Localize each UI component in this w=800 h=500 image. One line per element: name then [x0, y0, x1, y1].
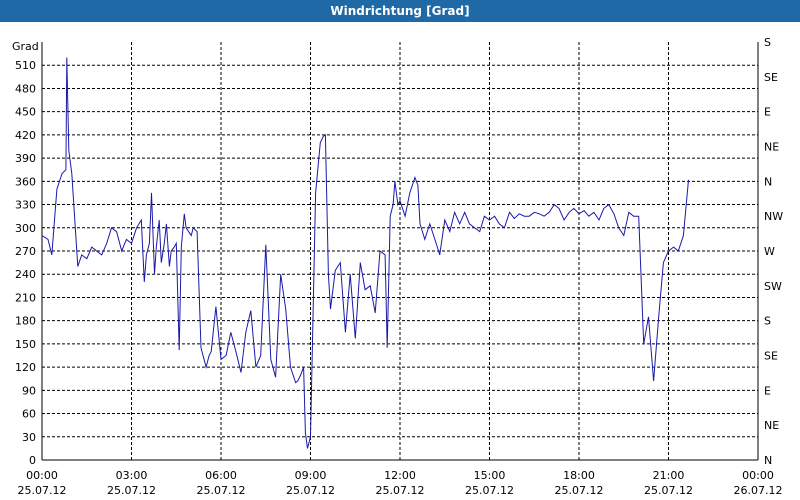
- x-tick-date: 25.07.12: [376, 484, 425, 497]
- x-tick-time: 00:00: [26, 469, 58, 482]
- y-tick-label: 210: [15, 291, 36, 304]
- x-tick-time: 12:00: [384, 469, 416, 482]
- x-tick-time: 06:00: [205, 469, 237, 482]
- right-tick-label: N: [764, 175, 772, 188]
- y-tick-label: 330: [15, 199, 36, 212]
- y-tick-label: 150: [15, 338, 36, 351]
- right-tick-label: S: [764, 36, 771, 49]
- y-tick-label: 300: [15, 222, 36, 235]
- x-tick-time: 21:00: [653, 469, 685, 482]
- y-axis-label: Grad: [12, 40, 39, 53]
- y-tick-label: 240: [15, 268, 36, 281]
- right-tick-label: W: [764, 245, 775, 258]
- y-tick-label: 120: [15, 361, 36, 374]
- right-tick-label: E: [764, 106, 771, 119]
- y-tick-label: 60: [22, 408, 36, 421]
- y-tick-label: 180: [15, 315, 36, 328]
- y-tick-label: 90: [22, 384, 36, 397]
- x-tick-time: 18:00: [563, 469, 595, 482]
- right-tick-label: SW: [764, 280, 782, 293]
- x-tick-date: 25.07.12: [197, 484, 246, 497]
- x-tick-time: 03:00: [116, 469, 148, 482]
- x-tick-date: 25.07.12: [18, 484, 67, 497]
- y-tick-label: 0: [29, 454, 36, 467]
- right-tick-label: NW: [764, 210, 783, 223]
- x-tick-date: 25.07.12: [555, 484, 604, 497]
- y-tick-labels: 0 30 60 90 120 150 180 210 240 270 300 330 360 390 420…: [15, 59, 36, 467]
- x-tick-labels: 00:00 25.07.12 03:00 25.07.12 06:00 25.07.12 0…: [18, 469, 783, 497]
- x-tick-date: 25.07.12: [286, 484, 335, 497]
- right-tick-label: E: [764, 384, 771, 397]
- y-tick-label: 390: [15, 152, 36, 165]
- y-tick-label: 360: [15, 175, 36, 188]
- right-tick-labels: N NE E SE S SW W NW N NE E SE S: [764, 36, 783, 467]
- right-tick-label: NE: [764, 419, 779, 432]
- x-tick-date: 25.07.12: [465, 484, 514, 497]
- y-tick-label: 30: [22, 431, 36, 444]
- x-tick-date: 25.07.12: [107, 484, 156, 497]
- y-tick-label: 270: [15, 245, 36, 258]
- x-tick-time: 00:00: [742, 469, 774, 482]
- x-tick-date: 25.07.12: [644, 484, 693, 497]
- window-title: Windrichtung [Grad]: [0, 0, 800, 22]
- y-tick-label: 480: [15, 82, 36, 95]
- right-tick-label: NE: [764, 141, 779, 154]
- right-tick-label: SE: [764, 71, 778, 84]
- y-tick-label: 450: [15, 106, 36, 119]
- y-tick-label: 510: [15, 59, 36, 72]
- wind-direction-chart: Grad 0 30 60 90 120 150 180 210 240 270 300 330 360 3…: [12, 36, 783, 497]
- x-tick-time: 15:00: [474, 469, 506, 482]
- x-tick-time: 09:00: [295, 469, 327, 482]
- right-tick-label: S: [764, 315, 771, 328]
- right-tick-label: SE: [764, 350, 778, 363]
- x-tick-date: 26.07.12: [734, 484, 783, 497]
- right-tick-label: N: [764, 454, 772, 467]
- y-tick-label: 420: [15, 129, 36, 142]
